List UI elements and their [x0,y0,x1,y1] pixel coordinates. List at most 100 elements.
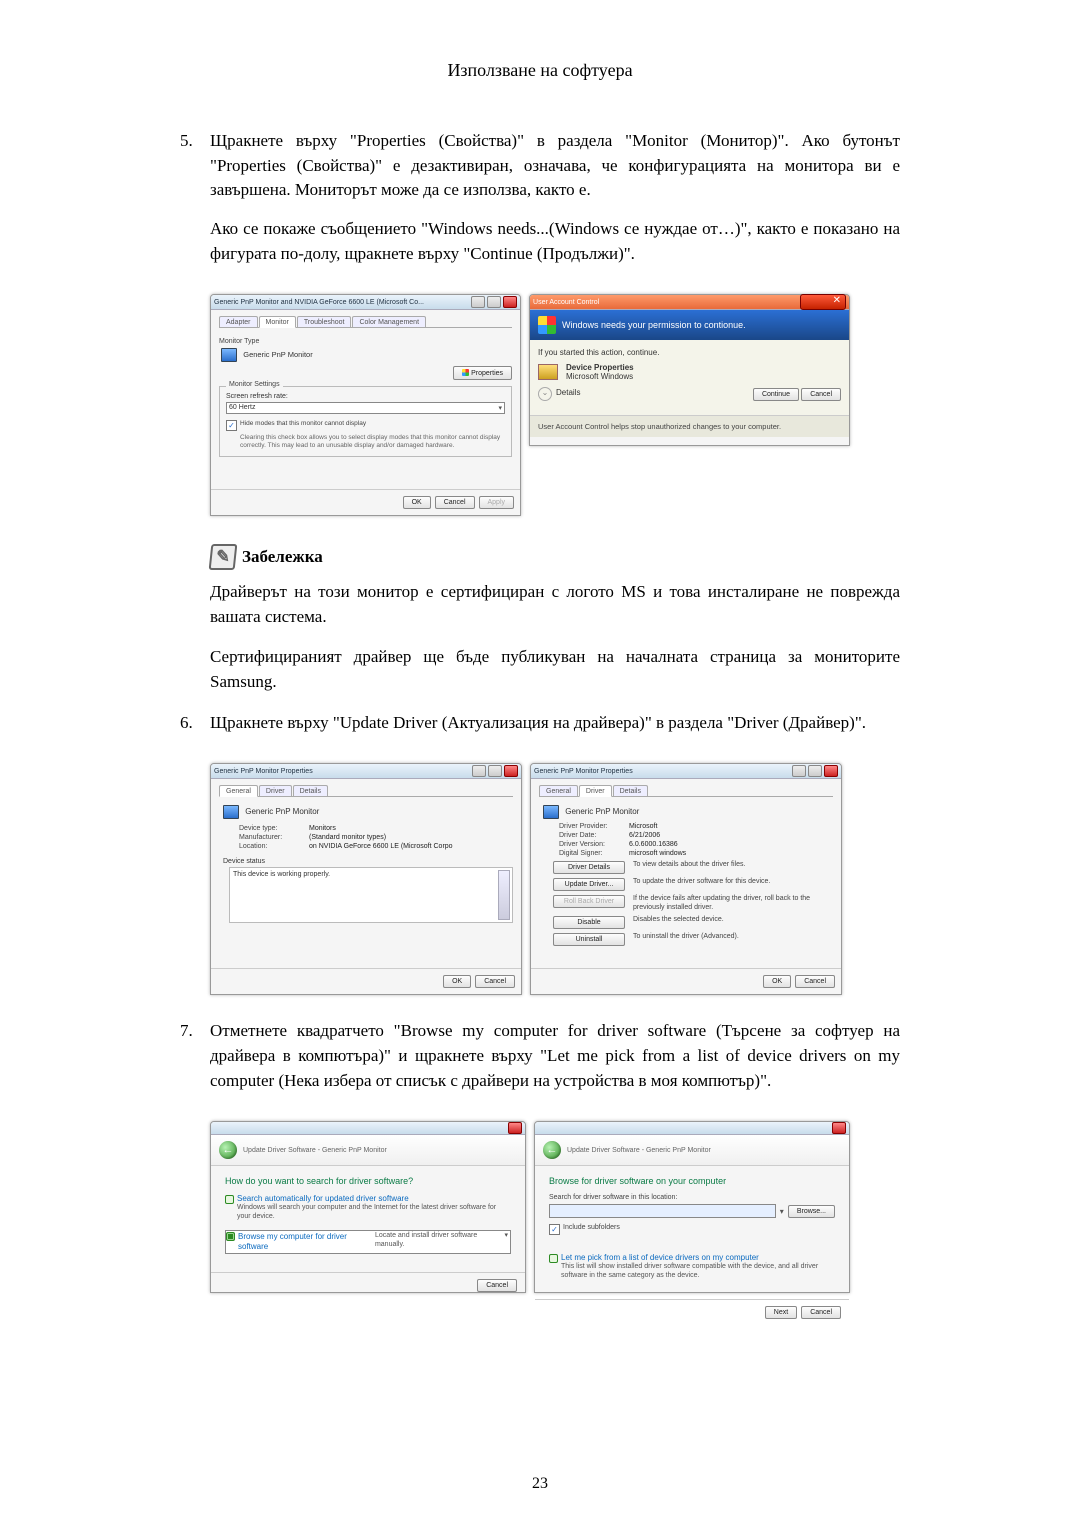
device-properties-general: Generic PnP Monitor Properties General D… [210,763,522,995]
tab-color-management[interactable]: Color Management [352,316,426,327]
tab-driver[interactable]: Driver [579,785,612,797]
device-status-box: This device is working properly. [229,867,513,923]
wizard-headline: Browse for driver software on your compu… [549,1176,835,1186]
device-properties-driver: Generic PnP Monitor Properties General D… [530,763,842,995]
step-number: 6. [180,711,210,750]
continue-button[interactable]: Continue [753,388,799,401]
cancel-button[interactable]: Cancel [477,1279,517,1292]
device-name: Generic PnP Monitor [245,808,319,817]
step-6-para: Щракнете върху "Update Driver (Актуализа… [210,711,900,736]
driver-details-button[interactable]: Driver Details [553,861,625,874]
window-controls[interactable] [472,765,518,777]
tab-adapter[interactable]: Adapter [219,316,258,327]
window-titlebar: Generic PnP Monitor Properties [531,764,841,779]
monitor-type-label: Monitor Type [219,338,512,345]
cancel-button[interactable]: Cancel [435,496,475,509]
window-titlebar: Generic PnP Monitor and NVIDIA GeForce 6… [211,295,520,310]
step-7-para: Отметнете квадратчето "Browse my compute… [210,1019,900,1093]
next-button[interactable]: Next [765,1306,797,1319]
browse-button[interactable]: Browse... [788,1205,835,1218]
path-input[interactable] [549,1204,776,1218]
uac-window: User Account Control ✕ Windows needs you… [529,294,850,446]
uac-titlebar: User Account Control ✕ [530,295,849,310]
step-number: 5. [180,129,210,280]
cancel-button[interactable]: Cancel [801,388,841,401]
option-browse-computer[interactable]: Browse my computer for driver software L… [225,1230,511,1254]
refresh-rate-select[interactable]: 60 Hertz [226,402,505,414]
monitor-name: Generic PnP Monitor [243,350,312,359]
window-title: Generic PnP Monitor and NVIDIA GeForce 6… [214,299,424,306]
option-search-auto[interactable]: Search automatically for updated driver … [225,1194,511,1222]
uac-body: If you started this action, continue. De… [530,340,849,415]
hide-modes-desc: Clearing this check box allows you to se… [240,434,505,450]
wizard-headline: How do you want to search for driver sof… [225,1176,511,1186]
shield-icon [538,316,556,334]
note-icon: ✎ [209,544,238,570]
uac-publisher: Microsoft Windows [566,372,634,381]
tab-troubleshoot[interactable]: Troubleshoot [297,316,352,327]
window-title: Generic PnP Monitor Properties [534,768,633,775]
apply-button[interactable]: Apply [479,496,515,509]
step-5: 5. Щракнете върху "Properties (Свойства)… [180,129,900,280]
update-driver-button[interactable]: Update Driver... [553,878,625,891]
window-controls[interactable] [832,1122,846,1134]
ok-button[interactable]: OK [763,975,791,988]
ok-button[interactable]: OK [443,975,471,988]
step-5-para-1: Щракнете върху "Properties (Свойства)" в… [210,129,900,203]
monitor-icon [223,805,239,819]
step-5-para-2: Ако се покаже съобщението "Windows needs… [210,217,900,266]
rollback-driver-button[interactable]: Roll Back Driver [553,895,625,908]
window-controls[interactable] [471,296,517,308]
window-controls[interactable] [508,1122,522,1134]
page-number: 23 [0,1475,1080,1493]
monitor-properties-window: Generic PnP Monitor and NVIDIA GeForce 6… [210,294,521,516]
disable-button[interactable]: Disable [553,916,625,929]
uninstall-button[interactable]: Uninstall [553,933,625,946]
update-driver-wizard-2: ← Update Driver Software - Generic PnP M… [534,1121,850,1293]
cancel-button[interactable]: Cancel [801,1306,841,1319]
monitor-icon [221,348,237,362]
note-heading: ✎ Забележка [210,544,900,570]
back-icon[interactable]: ← [543,1141,561,1159]
details-expander[interactable]: Details [538,387,580,401]
uac-if-started: If you started this action, continue. [538,348,841,357]
properties-button[interactable]: Properties [453,366,512,380]
manual-page: Използване на софтуера 5. Щракнете върху… [0,0,1080,1527]
tab-details[interactable]: Details [293,785,328,796]
tab-details[interactable]: Details [613,785,648,796]
cancel-button[interactable]: Cancel [795,975,835,988]
breadcrumb: Update Driver Software - Generic PnP Mon… [243,1147,387,1154]
window-controls[interactable] [792,765,838,777]
refresh-rate-label: Screen refresh rate: [226,393,505,400]
back-icon[interactable]: ← [219,1141,237,1159]
breadcrumb: Update Driver Software - Generic PnP Mon… [567,1147,711,1154]
uac-title: User Account Control [533,299,599,306]
tab-monitor[interactable]: Monitor [259,316,296,328]
hide-modes-checkbox[interactable]: Hide modes that this monitor cannot disp… [226,420,505,431]
wizard-header: ← Update Driver Software - Generic PnP M… [211,1135,525,1166]
tab-driver[interactable]: Driver [259,785,292,796]
include-subfolders-checkbox[interactable]: Include subfolders [549,1224,835,1235]
dialog-buttons: OK Cancel Apply [211,489,520,515]
step-number: 7. [180,1019,210,1107]
note-para-1: Драйверът на този монитор е сертифициран… [210,580,900,629]
monitor-settings-group: Monitor Settings Screen refresh rate: 60… [219,386,512,457]
monitor-icon [543,805,559,819]
window-title: Generic PnP Monitor Properties [214,768,313,775]
update-driver-wizard-1: ← Update Driver Software - Generic PnP M… [210,1121,526,1293]
step-body: Щракнете върху "Properties (Свойства)" в… [210,129,900,280]
ok-button[interactable]: OK [403,496,431,509]
cancel-button[interactable]: Cancel [475,975,515,988]
tab-general[interactable]: General [219,785,258,797]
close-icon[interactable]: ✕ [800,294,846,310]
uac-footer: User Account Control helps stop unauthor… [530,415,849,437]
page-title: Използване на софтуера [180,60,900,81]
uac-headline: Windows needs your permission to contion… [562,320,746,330]
wizard-header: ← Update Driver Software - Generic PnP M… [535,1135,849,1166]
tab-general[interactable]: General [539,785,578,796]
app-icon [538,364,558,380]
uac-app-name: Device Properties [566,363,634,372]
search-location-label: Search for driver software in this locat… [549,1194,835,1201]
option-pick-from-list[interactable]: Let me pick from a list of device driver… [549,1253,835,1281]
step-7: 7. Отметнете квадратчето "Browse my comp… [180,1019,900,1107]
